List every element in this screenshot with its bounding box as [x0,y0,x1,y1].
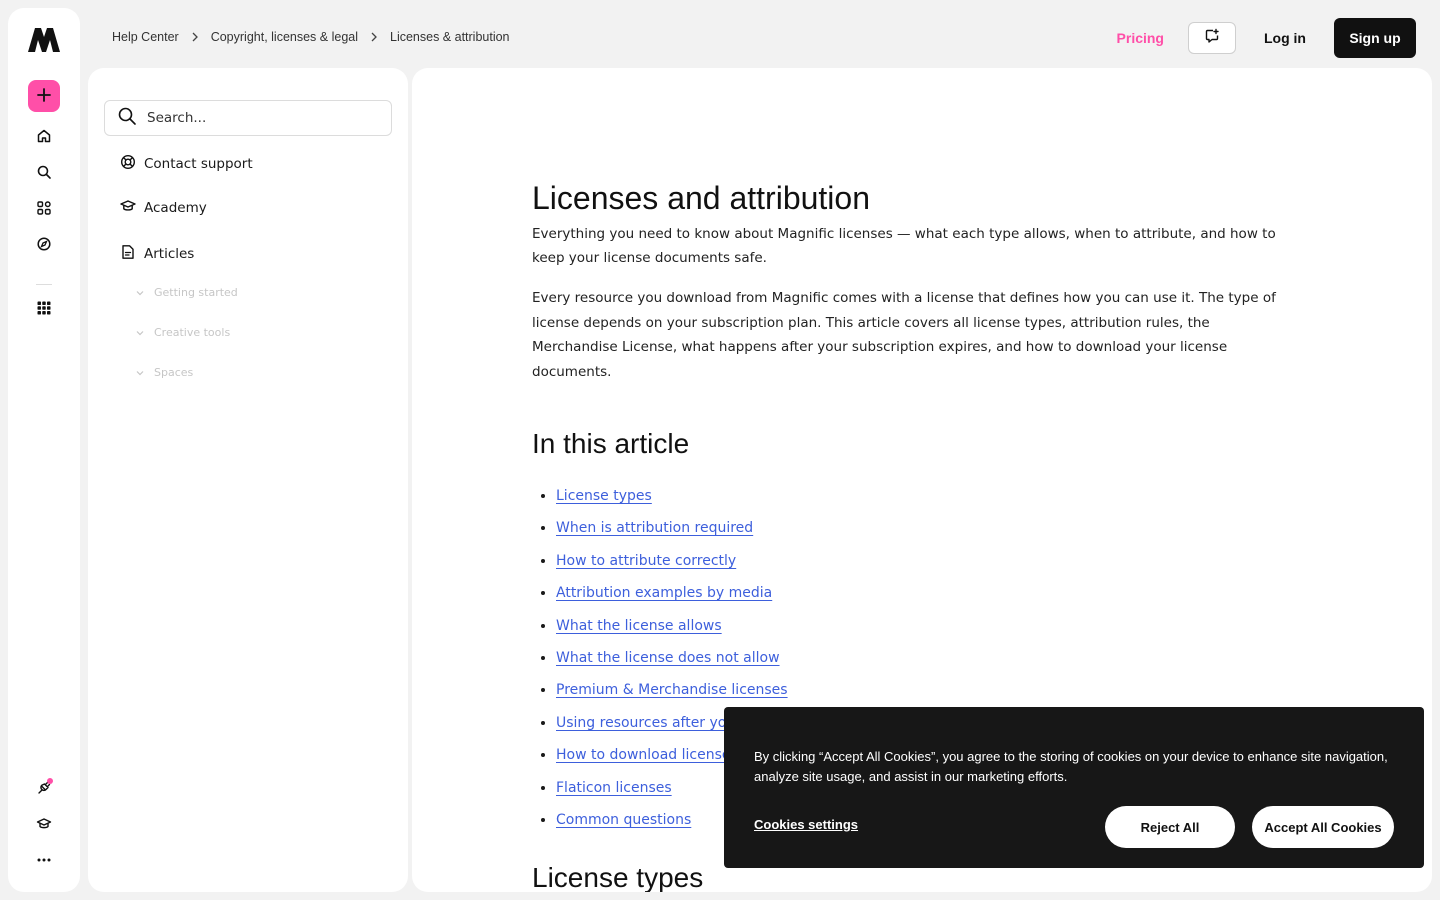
compass-icon[interactable] [34,234,54,254]
toc-item: What the license does not allow [556,642,1292,674]
notification-dot [47,778,53,784]
cookie-banner: By clicking “Accept All Cookies”, you ag… [724,707,1424,868]
grid-icon[interactable] [34,298,54,318]
sidebar-item-label: Contact support [144,156,253,172]
lifebuoy-icon [120,154,136,174]
toc-item: When is attribution required [556,512,1292,544]
sidebar-subitem-label: Spaces [154,366,194,379]
toc-link-license-not-allow[interactable]: What the license does not allow [556,650,780,666]
graduation-cap-icon [120,198,136,218]
article-paragraph: Every resource you download from Magnifi… [532,290,1276,380]
toc-heading: In this article [532,428,690,459]
toc-item: Premium & Merchandise licenses [556,674,1292,706]
sidebar-subitem-label: Creative tools [154,326,231,339]
chat-add-icon [1204,28,1220,48]
toc-link-attribution-examples[interactable]: Attribution examples by media [556,585,772,601]
toc-link-license-types[interactable]: License types [556,488,652,504]
breadcrumb-copyright[interactable]: Copyright, licenses & legal [211,30,358,44]
toc-link-attribution-required[interactable]: When is attribution required [556,520,753,536]
pricing-link[interactable]: Pricing [1117,30,1164,46]
breadcrumb-help-center[interactable]: Help Center [112,30,179,44]
cookies-settings-link[interactable]: Cookies settings [754,817,858,832]
plus-icon [37,87,51,106]
sidebar-subitem-label: Getting started [154,286,238,299]
chevron-down-icon [136,286,144,299]
login-link[interactable]: Log in [1264,30,1306,46]
toc-item: Attribution examples by media [556,577,1292,609]
chevron-down-icon [136,326,144,339]
toc-link-flaticon[interactable]: Flaticon licenses [556,780,672,796]
rail-divider [36,284,52,285]
accept-all-cookies-button[interactable]: Accept All Cookies [1252,806,1394,848]
toc-link-common-questions[interactable]: Common questions [556,812,691,828]
breadcrumb: Help Center Copyright, licenses & legal … [112,30,510,44]
toc-item: What the license allows [556,610,1292,642]
chevron-down-icon [136,366,144,379]
search-input[interactable]: Search... [104,100,392,136]
graduation-cap-icon[interactable] [34,814,54,834]
search-placeholder: Search... [147,110,207,126]
article-intro: Everything you need to know about Magnif… [532,226,1276,266]
feedback-button[interactable] [1188,22,1236,54]
plug-icon[interactable] [34,778,54,798]
toc-link-premium-merch[interactable]: Premium & Merchandise licenses [556,682,788,698]
left-rail [8,8,80,892]
sidebar-item-contact-support[interactable]: Contact support [120,154,253,174]
breadcrumb-current: Licenses & attribution [390,30,510,44]
create-button[interactable] [28,80,60,112]
search-icon[interactable] [34,162,54,182]
logo-icon[interactable] [28,28,60,52]
sidebar-subitem-getting-started[interactable]: Getting started [136,286,238,299]
article-title: Licenses and attribution [532,180,870,216]
search-icon [117,106,137,130]
signup-button[interactable]: Sign up [1334,18,1416,58]
sidebar-item-articles[interactable]: Articles [120,244,194,264]
chevron-right-icon [191,32,199,42]
more-icon[interactable] [34,850,54,870]
apps-icon[interactable] [34,198,54,218]
toc-link-license-allows[interactable]: What the license allows [556,618,722,634]
toc-item: How to attribute correctly [556,545,1292,577]
document-icon [120,244,136,264]
toc-item: License types [556,480,1292,512]
sidebar-subitem-creative-tools[interactable]: Creative tools [136,326,230,339]
help-sidebar: Search... Contact support Academy Articl… [88,68,408,892]
sidebar-item-label: Academy [144,200,207,216]
sidebar-item-academy[interactable]: Academy [120,198,207,218]
cookie-message: By clicking “Accept All Cookies”, you ag… [754,749,1388,784]
reject-all-button[interactable]: Reject All [1105,806,1235,848]
top-header: Help Center Copyright, licenses & legal … [88,8,1432,68]
sidebar-item-label: Articles [144,246,195,262]
home-icon[interactable] [34,126,54,146]
toc-link-attribute-correctly[interactable]: How to attribute correctly [556,553,736,569]
chevron-right-icon [370,32,378,42]
sidebar-subitem-spaces[interactable]: Spaces [136,366,193,379]
